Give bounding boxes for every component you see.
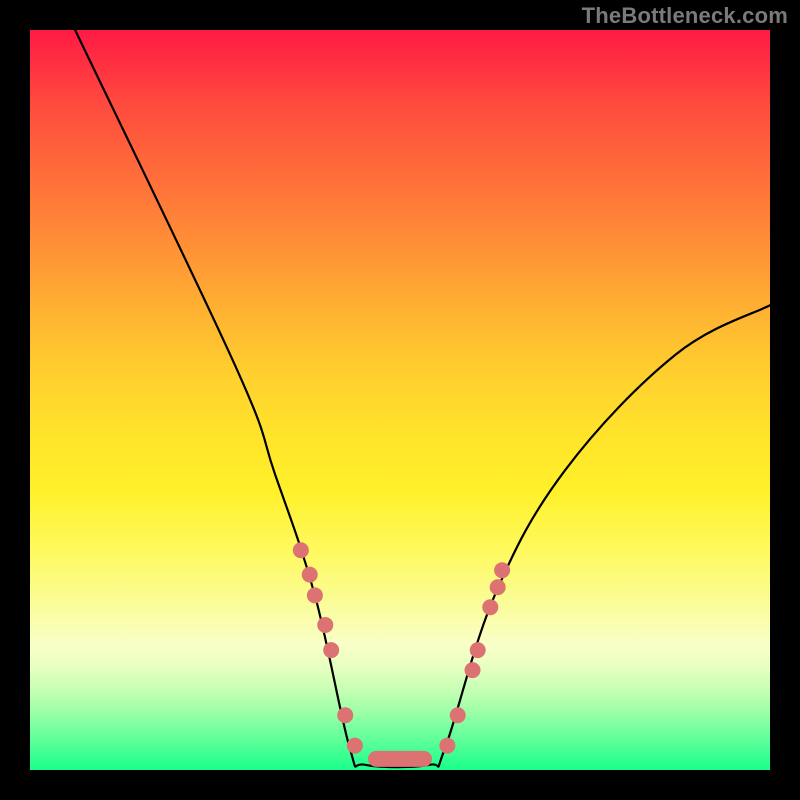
watermark-text: TheBottleneck.com	[582, 3, 788, 29]
data-marker	[465, 662, 481, 678]
data-marker	[293, 542, 309, 558]
data-marker	[317, 617, 333, 633]
markers-right	[439, 562, 510, 753]
data-marker	[337, 707, 353, 723]
bottleneck-curve	[75, 30, 770, 767]
data-marker	[490, 579, 506, 595]
data-marker	[482, 599, 498, 615]
data-marker	[347, 738, 363, 754]
data-marker	[494, 562, 510, 578]
data-marker	[470, 642, 486, 658]
chart-svg	[30, 30, 770, 770]
data-marker	[307, 587, 323, 603]
curve-group	[75, 30, 770, 767]
data-marker	[302, 567, 318, 583]
flat-marker	[368, 751, 432, 767]
data-marker	[439, 738, 455, 754]
data-marker	[450, 707, 466, 723]
plot-area	[30, 30, 770, 770]
markers-left	[293, 542, 363, 753]
data-marker	[323, 642, 339, 658]
flat-segment	[368, 751, 432, 767]
chart-frame: TheBottleneck.com	[0, 0, 800, 800]
